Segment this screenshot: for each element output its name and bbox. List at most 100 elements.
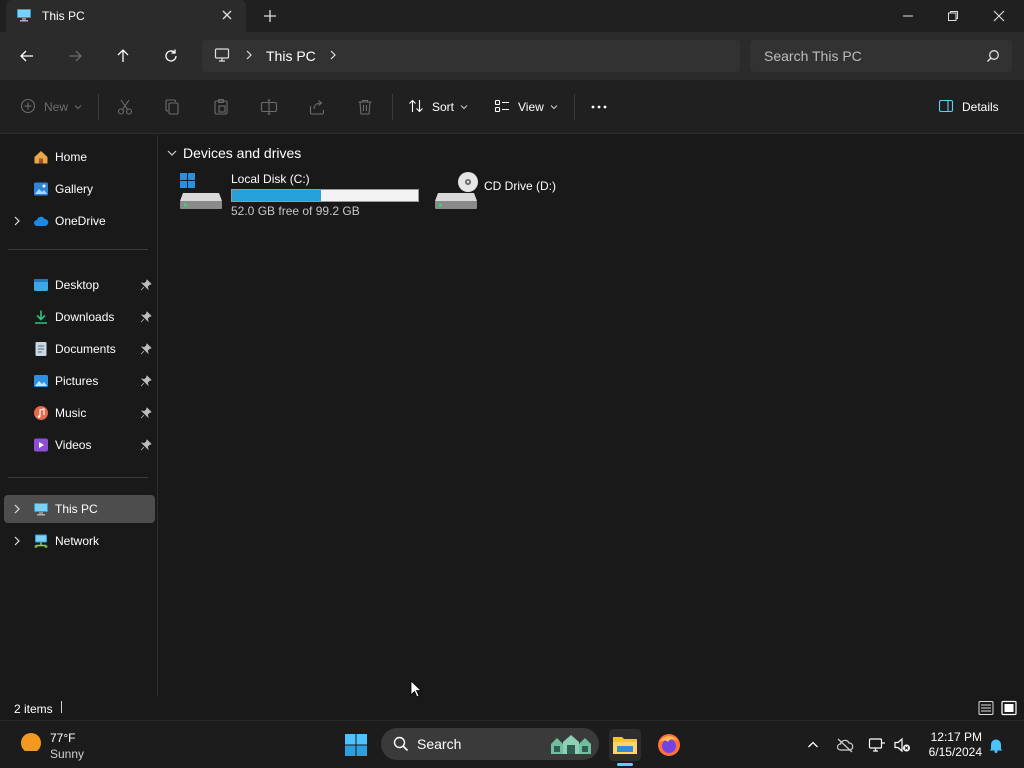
cloud-icon	[33, 213, 49, 229]
navigation-bar: This PC Search This PC	[0, 32, 1024, 80]
details-pane-icon	[938, 98, 954, 117]
music-icon	[33, 405, 49, 421]
sidebar-item-music[interactable]: Music	[4, 399, 155, 427]
rename-icon[interactable]	[260, 96, 278, 118]
gallery-icon	[33, 181, 49, 197]
cloud-offline-icon[interactable]	[829, 729, 861, 761]
weather-widget[interactable]: 77°F Sunny	[20, 729, 84, 761]
sidebar-item-label: Network	[55, 534, 100, 548]
copy-icon[interactable]	[164, 96, 182, 118]
sidebar-item-label: Downloads	[55, 310, 115, 324]
drive-usage-fill	[232, 190, 321, 201]
group-title: Devices and drives	[183, 145, 302, 161]
sort-button[interactable]: Sort	[408, 96, 468, 118]
close-window-icon[interactable]	[976, 0, 1022, 32]
chevron-up-icon[interactable]	[797, 729, 829, 761]
plus-icon[interactable]	[262, 8, 278, 24]
share-icon[interactable]	[308, 96, 326, 118]
divider	[98, 94, 99, 120]
desktop-icon	[33, 277, 49, 293]
drive-usage-bar	[231, 189, 419, 202]
start-windows-icon[interactable]	[340, 729, 372, 761]
pin-icon[interactable]	[140, 279, 152, 294]
chevron-down-icon[interactable]	[167, 145, 177, 161]
sidebar-item-home[interactable]: Home	[4, 143, 155, 171]
sun-icon	[20, 733, 42, 754]
pin-icon[interactable]	[140, 439, 152, 454]
document-icon	[33, 341, 49, 357]
file-explorer-icon[interactable]	[609, 729, 641, 761]
taskbar-search-box[interactable]: Search	[381, 728, 599, 760]
hard-drive-icon	[179, 171, 223, 214]
pc-icon	[33, 501, 49, 517]
breadcrumb-this-pc[interactable]: This PC	[266, 48, 316, 64]
up-arrow-icon[interactable]	[111, 44, 135, 68]
delete-icon[interactable]	[356, 96, 374, 118]
system-clock[interactable]: 12:17 PM 6/15/2024	[918, 730, 982, 760]
divider	[8, 477, 148, 478]
title-bar: This PC	[0, 0, 1024, 32]
pc-icon	[16, 7, 32, 26]
sidebar-item-gallery[interactable]: Gallery	[4, 175, 155, 203]
drive-local-disk-c[interactable]: Local Disk (C:) 52.0 GB free of 99.2 GB	[179, 171, 423, 219]
address-bar[interactable]: This PC	[202, 40, 740, 72]
pin-icon[interactable]	[140, 375, 152, 390]
sidebar-item-pictures[interactable]: Pictures	[4, 367, 155, 395]
notification-bell-icon[interactable]	[980, 729, 1012, 761]
pin-icon[interactable]	[140, 407, 152, 422]
sidebar-item-label: Desktop	[55, 278, 100, 292]
divider	[61, 701, 62, 713]
drive-cd-d[interactable]: CD Drive (D:)	[434, 171, 574, 219]
chevron-right-icon[interactable]	[12, 535, 22, 549]
chevron-right-icon[interactable]	[12, 215, 22, 229]
plus-circle-icon	[20, 98, 36, 117]
sidebar-item-label: Music	[55, 406, 87, 420]
details-label: Details	[962, 100, 999, 114]
drive-name: CD Drive (D:)	[484, 179, 556, 193]
chevron-down-icon	[74, 100, 82, 114]
speaker-muted-icon[interactable]	[886, 729, 918, 761]
view-label: View	[518, 100, 544, 114]
view-button[interactable]: View	[494, 96, 558, 118]
chevron-right-icon[interactable]	[12, 503, 22, 517]
chevron-right-icon[interactable]	[328, 49, 338, 63]
sidebar-item-network[interactable]: Network	[4, 527, 155, 555]
chevron-right-icon[interactable]	[244, 49, 254, 63]
sidebar-item-documents[interactable]: Documents	[4, 335, 155, 363]
view-list-icon	[494, 98, 510, 117]
sidebar-item-label: Home	[55, 150, 88, 164]
sidebar-item-videos[interactable]: Videos	[4, 431, 155, 459]
more-options-icon[interactable]	[590, 96, 608, 118]
minimize-icon[interactable]	[885, 0, 931, 32]
sidebar-item-label: Pictures	[55, 374, 99, 388]
pictures-icon	[33, 373, 49, 389]
cut-icon[interactable]	[116, 96, 134, 118]
new-button[interactable]: New	[20, 96, 82, 118]
group-header-devices-and-drives[interactable]: Devices and drives	[167, 145, 301, 161]
search-icon[interactable]	[986, 49, 1000, 66]
tab-this-pc[interactable]: This PC	[6, 0, 246, 32]
sidebar-item-this-pc[interactable]: This PC	[4, 495, 155, 523]
forward-arrow-icon[interactable]	[63, 44, 87, 68]
search-input[interactable]: Search This PC	[750, 40, 1012, 72]
pin-icon[interactable]	[140, 343, 152, 358]
close-tab-icon[interactable]	[220, 8, 234, 22]
sidebar-item-desktop[interactable]: Desktop	[4, 271, 155, 299]
restore-icon[interactable]	[930, 0, 976, 32]
sidebar-item-onedrive[interactable]: OneDrive	[4, 207, 155, 235]
back-arrow-icon[interactable]	[15, 44, 39, 68]
details-button[interactable]: Details	[938, 96, 999, 118]
sidebar-item-label: This PC	[55, 502, 98, 516]
refresh-icon[interactable]	[159, 44, 183, 68]
taskbar-search-label: Search	[417, 736, 462, 752]
pin-icon[interactable]	[140, 311, 152, 326]
paste-icon[interactable]	[212, 96, 230, 118]
file-view: Devices and drives Local Disk (C:) 52.0 …	[159, 135, 1024, 696]
download-icon	[33, 309, 49, 325]
new-label: New	[44, 100, 69, 114]
tiles-view-icon[interactable]	[1001, 700, 1017, 716]
firefox-icon[interactable]	[653, 729, 685, 761]
details-view-icon[interactable]	[978, 700, 994, 716]
sidebar-item-downloads[interactable]: Downloads	[4, 303, 155, 331]
video-icon	[33, 437, 49, 453]
